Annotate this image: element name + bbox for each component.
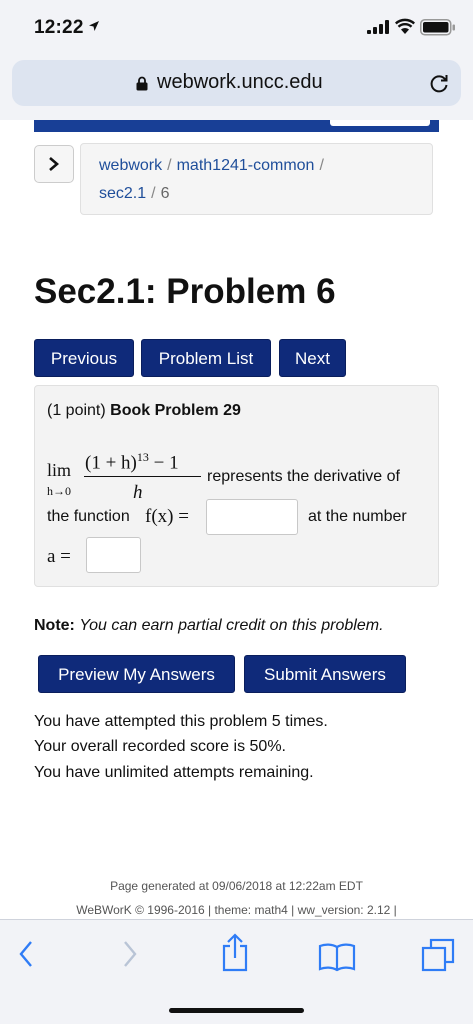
limit-subscript: h→0	[47, 484, 71, 498]
tabs-icon[interactable]	[421, 938, 455, 972]
breadcrumb-link-webwork[interactable]: webwork	[99, 157, 162, 174]
represents-text: represents the derivative of	[207, 468, 400, 485]
attempts-count-text: You have attempted this problem 5 times.	[34, 713, 328, 730]
breadcrumb-line-1: webwork / math1241-common /	[99, 157, 329, 175]
back-icon[interactable]	[18, 940, 34, 968]
home-indicator	[169, 1008, 304, 1013]
problem-header: (1 point) Book Problem 29	[47, 402, 241, 420]
sidebar-toggle-button[interactable]	[34, 145, 74, 183]
numerator-tail: − 1	[148, 452, 179, 474]
location-arrow-icon	[89, 21, 99, 31]
breadcrumb-separator: /	[319, 157, 324, 174]
problem-box: (1 point) Book Problem 29 lim h→0 (1 + h…	[34, 385, 439, 587]
answer-function-input[interactable]	[206, 499, 298, 535]
wifi-icon	[395, 18, 415, 34]
recorded-score-text: Your overall recorded score is 50%.	[34, 738, 286, 755]
problem-name: Book Problem 29	[110, 402, 241, 419]
share-icon[interactable]	[220, 932, 250, 972]
breadcrumb-link-set[interactable]: sec2.1	[99, 185, 146, 202]
page-generated-text: Page generated at 09/06/2018 at 12:22am …	[110, 879, 363, 893]
fraction-bar	[84, 476, 201, 477]
bookmarks-icon[interactable]	[318, 942, 356, 972]
preview-answers-button[interactable]: Preview My Answers	[38, 655, 235, 693]
breadcrumb: webwork / math1241-common / sec2.1/6	[80, 143, 433, 215]
lock-icon	[136, 76, 148, 91]
partial-credit-note: Note: You can earn partial credit on thi…	[34, 617, 384, 635]
function-text: the function	[47, 508, 130, 525]
site-navbar-search	[330, 120, 430, 126]
copyright-text: WeBWorK © 1996-2016 | theme: math4 | ww_…	[76, 903, 397, 917]
function-expression: f(x) =	[145, 506, 189, 527]
numerator-exponent: 13	[136, 450, 149, 464]
breadcrumb-separator: /	[151, 185, 156, 202]
signal-icon	[367, 20, 389, 34]
a-equals-label: a =	[47, 546, 71, 567]
fraction-denominator: h	[133, 482, 143, 503]
problem-list-button[interactable]: Problem List	[141, 339, 271, 377]
page-title: Sec2.1: Problem 6	[34, 272, 336, 311]
breadcrumb-separator: /	[167, 157, 172, 174]
note-text: You can earn partial credit on this prob…	[79, 617, 384, 634]
chevron-right-icon	[49, 157, 59, 171]
status-time: 12:22	[34, 17, 84, 38]
previous-button[interactable]: Previous	[34, 339, 134, 377]
submit-answers-button[interactable]: Submit Answers	[244, 655, 406, 693]
breadcrumb-current: 6	[160, 185, 170, 202]
attempts-remaining-text: You have unlimited attempts remaining.	[34, 764, 314, 781]
note-label: Note:	[34, 617, 75, 634]
reload-icon[interactable]	[428, 72, 450, 94]
breadcrumb-link-course[interactable]: math1241-common	[177, 157, 315, 174]
battery-icon	[420, 19, 455, 36]
numerator-base: (1 + h)	[85, 452, 137, 474]
next-button[interactable]: Next	[279, 339, 346, 377]
at-number-text: at the number	[308, 508, 407, 525]
fraction-numerator: (1 + h)13 − 1	[85, 450, 179, 474]
answer-number-input[interactable]	[86, 537, 141, 573]
url-text[interactable]: webwork.uncc.edu	[157, 71, 323, 94]
breadcrumb-line-2: sec2.1 /6	[99, 185, 170, 203]
limit-operator: lim	[47, 460, 72, 480]
problem-points: (1 point)	[47, 402, 106, 419]
forward-icon[interactable]	[122, 940, 138, 968]
